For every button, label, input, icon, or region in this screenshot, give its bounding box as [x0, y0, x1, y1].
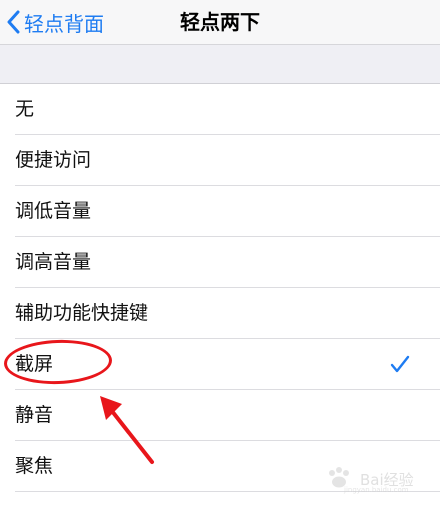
watermark: Bai经验 jingyan.baidu.com	[324, 467, 434, 497]
option-label: 辅助功能快捷键	[15, 302, 149, 324]
settings-screen: 轻点背面 轻点两下 无 便捷访问 调低音量 调高音量 辅助功能快捷键 截屏 静音…	[0, 0, 440, 505]
watermark-url: jingyan.baidu.com	[344, 486, 409, 494]
navigation-bar: 轻点背面 轻点两下	[0, 0, 440, 44]
double-tap-action-list: 无 便捷访问 调低音量 调高音量 辅助功能快捷键 截屏 静音 聚焦	[0, 84, 440, 492]
option-row-accessibility-shortcut[interactable]: 辅助功能快捷键	[0, 288, 440, 339]
option-row-volume-up[interactable]: 调高音量	[0, 237, 440, 288]
annotation-arrow-icon	[100, 396, 154, 464]
option-row-volume-down[interactable]: 调低音量	[0, 186, 440, 237]
option-label: 便捷访问	[15, 149, 92, 171]
group-header-spacer	[0, 45, 440, 83]
page-title: 轻点两下	[180, 10, 260, 34]
option-label: 调低音量	[15, 200, 92, 222]
option-label: 静音	[15, 404, 54, 426]
option-row-none[interactable]: 无	[0, 84, 440, 135]
option-row-reachability[interactable]: 便捷访问	[0, 135, 440, 186]
option-label: 聚焦	[15, 455, 54, 477]
checkmark-icon	[390, 355, 410, 373]
option-label: 调高音量	[15, 251, 92, 273]
option-label: 无	[15, 98, 35, 120]
option-row-mute[interactable]: 静音	[0, 390, 440, 441]
